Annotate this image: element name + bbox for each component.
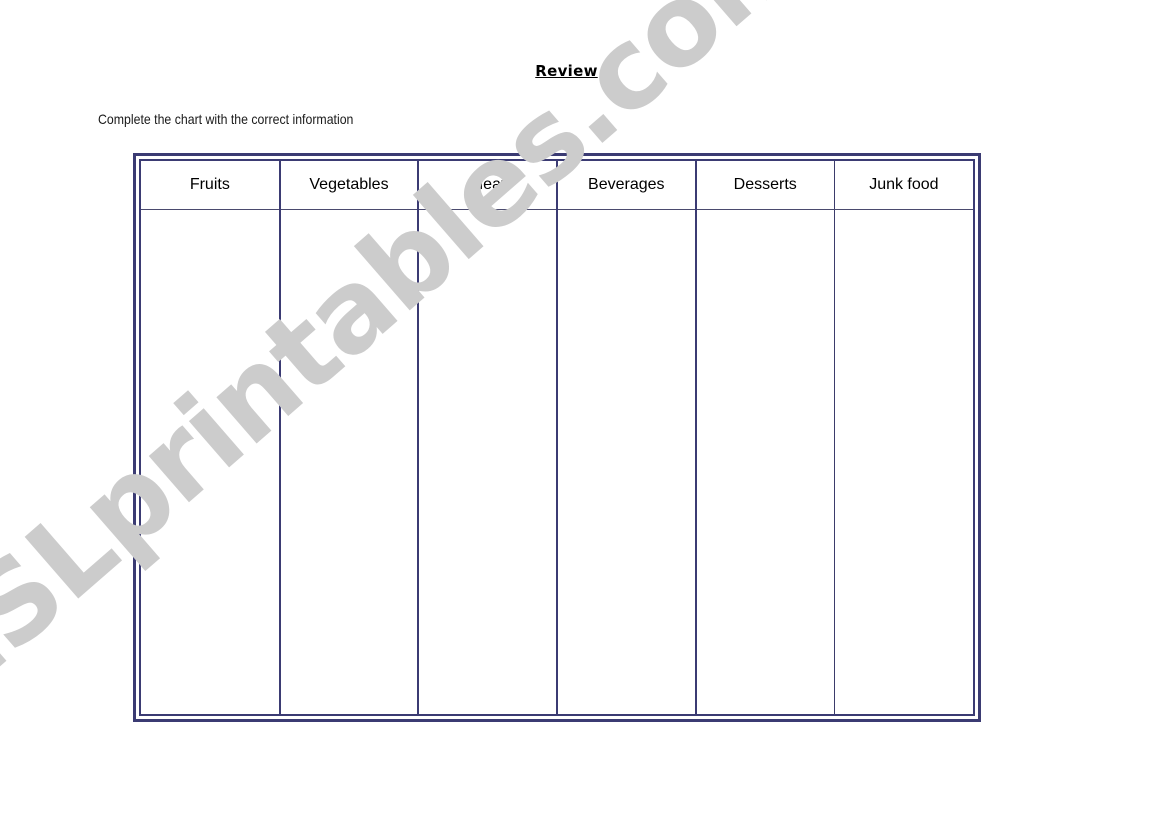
column-header-junk-food: Junk food xyxy=(834,161,973,210)
answer-cell-desserts[interactable] xyxy=(695,209,835,714)
table-header-row-group: Fruits Vegetables Meat Beverages Dessert… xyxy=(141,161,973,210)
chart-frame-outer: Fruits Vegetables Meat Beverages Dessert… xyxy=(133,153,981,722)
column-header-meat: Meat xyxy=(418,161,558,210)
column-header-fruits: Fruits xyxy=(141,161,281,210)
answer-cell-meat[interactable] xyxy=(418,209,558,714)
column-header-vegetables: Vegetables xyxy=(279,161,420,210)
answer-cell-vegetables[interactable] xyxy=(279,209,420,714)
page-title: Review xyxy=(535,62,598,80)
column-header-beverages: Beverages xyxy=(556,161,697,210)
table-header-row: Fruits Vegetables Meat Beverages Dessert… xyxy=(141,161,973,210)
category-chart-table: Fruits Vegetables Meat Beverages Dessert… xyxy=(141,161,973,714)
answer-cell-junk-food[interactable] xyxy=(834,210,973,715)
instruction-text: Complete the chart with the correct info… xyxy=(98,111,354,127)
chart-frame-inner: Fruits Vegetables Meat Beverages Dessert… xyxy=(139,159,975,716)
answer-cell-beverages[interactable] xyxy=(556,209,697,714)
column-header-desserts: Desserts xyxy=(695,161,835,210)
table-body xyxy=(141,209,973,715)
table-row xyxy=(141,209,973,715)
answer-cell-fruits[interactable] xyxy=(141,209,281,714)
